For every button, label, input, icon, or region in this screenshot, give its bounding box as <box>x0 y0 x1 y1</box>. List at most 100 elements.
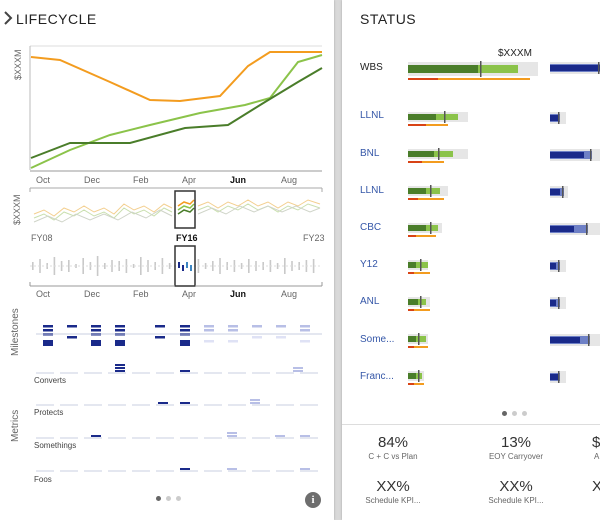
metric-mark <box>115 370 125 372</box>
pager-dot[interactable] <box>166 496 171 501</box>
brush-bar <box>104 263 106 269</box>
status-bullet <box>408 148 468 163</box>
pager-dot[interactable] <box>512 411 517 416</box>
status-bullet <box>408 259 430 274</box>
pager-dot[interactable] <box>502 411 507 416</box>
navy-dark <box>550 226 574 232</box>
milestone-mark <box>180 325 190 328</box>
metric-mark <box>180 468 190 470</box>
milestone-mark <box>180 340 190 346</box>
metric-label-somethings: Somethings <box>34 441 77 450</box>
lifecycle-pager[interactable] <box>156 496 181 501</box>
bullet-tick <box>480 61 482 77</box>
status-pager[interactable] <box>502 411 527 416</box>
bullet-under-red <box>408 198 418 200</box>
pager-dot[interactable] <box>176 496 181 501</box>
milestone-mark <box>204 325 214 328</box>
status-row-label[interactable]: LLNL <box>360 185 384 196</box>
pager-dot[interactable] <box>156 496 161 501</box>
status-navy-bullet <box>550 186 568 198</box>
kpi-value: 84% <box>377 434 409 451</box>
metric-mark <box>115 367 125 369</box>
bullet-dark <box>408 299 418 305</box>
metric-mark <box>250 399 260 401</box>
lifecycle-card: LIFECYCLE $XXXM $XXXM Milestones Metrics… <box>0 0 334 520</box>
brush-bar-selected <box>186 262 188 268</box>
metric-mark <box>115 364 125 366</box>
status-row-label[interactable]: CBC <box>360 222 381 233</box>
bullet-tick <box>430 185 432 197</box>
bullet-dark <box>408 151 434 157</box>
month-label2-oct: Oct <box>36 289 51 299</box>
bullet-under-red <box>408 161 422 163</box>
status-bullet <box>408 370 424 385</box>
status-row-label[interactable]: BNL <box>360 148 379 159</box>
navy-dark <box>550 374 558 380</box>
metric-mark <box>275 435 285 437</box>
milestone-mark <box>228 325 238 328</box>
bullet-dark <box>408 225 426 231</box>
bullet-dark <box>408 373 416 379</box>
kpi-tile[interactable]: 84% C + C vs Plan <box>342 434 448 461</box>
navy-tick <box>558 371 560 383</box>
kpi-value: 13% <box>500 434 532 451</box>
navy-dark <box>550 152 584 158</box>
status-bullet <box>408 185 448 200</box>
bullet-under-red <box>408 309 414 311</box>
milestone-stacks <box>36 325 322 346</box>
bullet-under-red <box>408 383 414 385</box>
status-row-label[interactable]: Franc... <box>360 371 394 382</box>
month-label2-dec: Dec <box>84 289 101 299</box>
status-bullet <box>408 61 538 80</box>
kpi-tile[interactable]: XX% Schedule KPI... <box>461 478 571 505</box>
status-row-label[interactable]: Some... <box>360 334 394 345</box>
status-card: STATUS WBS $XXXM LLNL BNL LLNL CBC Y12 A… <box>342 0 600 520</box>
navy-dark <box>550 115 558 121</box>
month-label-feb: Feb <box>133 175 149 185</box>
milestone-mark <box>180 329 190 332</box>
bullet-dark <box>408 262 416 268</box>
kpi-tile[interactable]: 13% EOY Carryover <box>461 434 571 461</box>
fy-end-label: FY23 <box>303 233 325 243</box>
milestone-mark <box>155 325 165 328</box>
bullet-under-red <box>408 346 414 348</box>
milestone-mark <box>67 336 77 339</box>
navy-tick <box>562 186 564 198</box>
bullet-tick <box>418 333 420 345</box>
info-icon[interactable]: i <box>305 492 321 508</box>
status-navy-bullet <box>550 223 600 235</box>
metric-mark <box>91 435 101 437</box>
kpi-value: XX% <box>499 478 533 495</box>
status-row-label[interactable]: ANL <box>360 296 379 307</box>
bullet-dark <box>408 114 436 120</box>
milestone-mark <box>115 329 125 332</box>
brush-bar <box>68 260 70 272</box>
pager-dot[interactable] <box>522 411 527 416</box>
bullet-under-red <box>408 235 416 237</box>
metric-label-converts: Converts <box>34 376 67 385</box>
bullet-tick <box>438 148 440 160</box>
brush-bar <box>284 258 286 274</box>
status-row-label[interactable]: Y12 <box>360 259 378 270</box>
brush-bar-selected <box>182 265 184 271</box>
status-row-label[interactable]: LLNL <box>360 110 384 121</box>
metric-mark <box>180 402 190 404</box>
milestone-mark <box>43 340 53 346</box>
navy-tick <box>588 334 590 346</box>
month-label2-feb: Feb <box>133 289 149 299</box>
metric-mark <box>180 370 190 372</box>
fy-selected-label: FY16 <box>176 233 198 243</box>
bullet-under-red <box>408 272 414 274</box>
brush-bar <box>32 262 34 270</box>
milestone-mark <box>91 329 101 332</box>
bullet-tick <box>420 296 422 308</box>
milestone-mark <box>91 325 101 328</box>
metric-mark <box>227 435 237 437</box>
series-dark-green-line <box>30 67 323 159</box>
brush-bars <box>30 256 322 276</box>
metric-mark <box>227 432 237 434</box>
status-navy-bullet <box>550 112 566 124</box>
status-bullet <box>408 333 428 348</box>
status-navy-bullet <box>550 334 600 346</box>
kpi-tile[interactable]: XX% Schedule KPI... <box>342 478 448 505</box>
